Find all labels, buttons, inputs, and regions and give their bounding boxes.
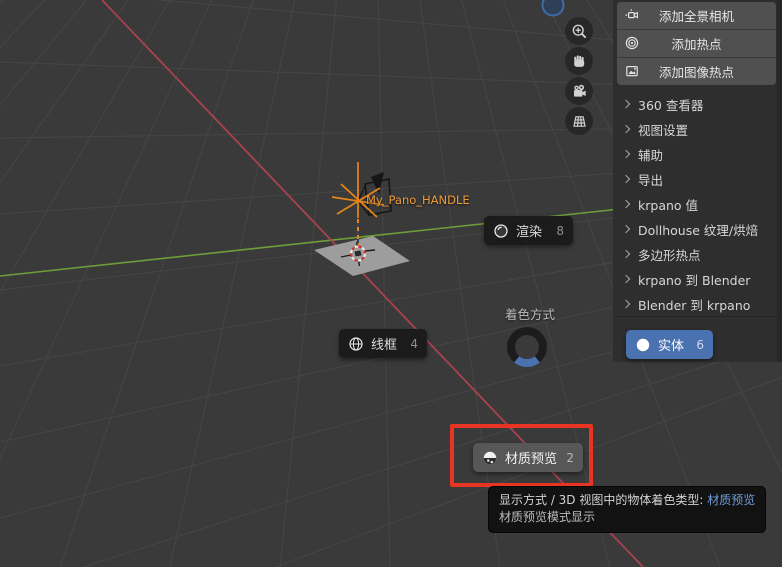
image-hotspot-icon [626,65,638,77]
pie-item-solid[interactable]: 实体 6 [626,330,713,359]
chevron-right-icon [621,174,631,184]
shading-pie-indicator [507,327,547,367]
section-polygon-hotspot[interactable]: 多边形热点 [621,244,773,264]
pie-item-key-hint: 4 [410,336,418,351]
pie-item-label: 实体 [658,339,685,354]
orthographic-toggle-button[interactable] [565,107,593,135]
section-label: krpano 到 Blender [638,272,751,288]
empty-axes-gizmo[interactable] [331,162,385,218]
pie-item-label: 线框 [371,338,398,353]
section-export[interactable]: 导出 [621,169,773,189]
panel-button-label: 添加全景相机 [658,9,734,24]
tooltip-line2: 材质预览模式显示 [499,510,596,524]
pie-item-wireframe[interactable]: 线框 4 [339,329,427,358]
add-hotspot-button[interactable]: 添加热点 [617,30,776,57]
chevron-right-icon [621,299,631,309]
chevron-right-icon [621,149,631,159]
ground-plane[interactable] [314,236,410,276]
section-360-viewer[interactable]: 360 查看器 [621,94,773,114]
add-panorama-camera-button[interactable]: 添加全景相机 [617,2,776,29]
pan-hand-icon [573,54,584,67]
tooltip: 显示方式 / 3D 视图中的物体着色类型: 材质预览 材质预览模式显示 [488,486,767,533]
section-label: 视图设置 [638,122,689,138]
panel-scrollbar[interactable] [777,0,782,362]
section-label: 辅助 [638,147,664,163]
chevron-right-icon [621,249,631,259]
section-label: Blender 到 krpano [638,297,751,313]
annotation-highlight-box [450,424,593,487]
panel-button-label: 添加热点 [671,37,722,52]
chevron-right-icon [621,124,631,134]
section-label: 导出 [638,172,664,188]
krpano-sidebar-panel: 添加全景相机 添加热点 添加图像热点 360 查看器 视图设置 辅助 导出 kr… [613,0,782,362]
section-krpano-values[interactable]: krpano 值 [621,194,773,214]
panel-button-label: 添加图像热点 [658,65,734,80]
pie-item-key-hint: 6 [696,337,704,352]
section-label: Dollhouse 纹理/烘焙 [638,222,759,238]
camera-view-button[interactable] [565,77,593,105]
render-icon [494,223,508,238]
section-label: 多边形热点 [638,247,701,263]
object-name-label: My_Pano_HANDLE [366,193,470,207]
chevron-right-icon [621,199,631,209]
camera-view-icon [573,84,586,97]
navigation-gizmo-axis[interactable] [541,0,565,17]
pan-button[interactable] [565,47,593,75]
section-helpers[interactable]: 辅助 [621,144,773,164]
orthographic-grid-icon [572,115,586,127]
wireframe-icon [349,336,363,351]
panorama-camera-icon [625,9,638,19]
chevron-right-icon [621,274,631,284]
section-blender-to-krpano[interactable]: Blender 到 krpano [621,294,773,314]
zoom-button[interactable] [565,17,593,45]
tooltip-value: 材质预览 [707,493,756,507]
solid-icon [636,338,650,351]
section-krpano-to-blender[interactable]: krpano 到 Blender [621,269,773,289]
hotspot-icon [625,36,639,50]
section-label: 360 查看器 [638,97,704,113]
chevron-right-icon [621,99,631,109]
chevron-right-icon [621,224,631,234]
tooltip-line1: 显示方式 / 3D 视图中的物体着色类型: 材质预览 [499,493,756,507]
pie-item-rendered[interactable]: 渲染 8 [484,216,573,245]
pie-item-key-hint: 8 [556,223,564,238]
add-image-hotspot-button[interactable]: 添加图像热点 [617,58,776,85]
blender-3d-viewport[interactable]: My_Pano_HANDLE 添加全景相机 添加热点 添加图像热点 360 查看… [0,0,782,567]
panel-separator [615,316,777,317]
pie-item-label: 渲染 [516,225,543,240]
section-dollhouse-bake[interactable]: Dollhouse 纹理/烘焙 [621,219,773,239]
section-view-settings[interactable]: 视图设置 [621,119,773,139]
zoom-in-icon [572,24,586,38]
section-label: krpano 值 [638,197,699,213]
